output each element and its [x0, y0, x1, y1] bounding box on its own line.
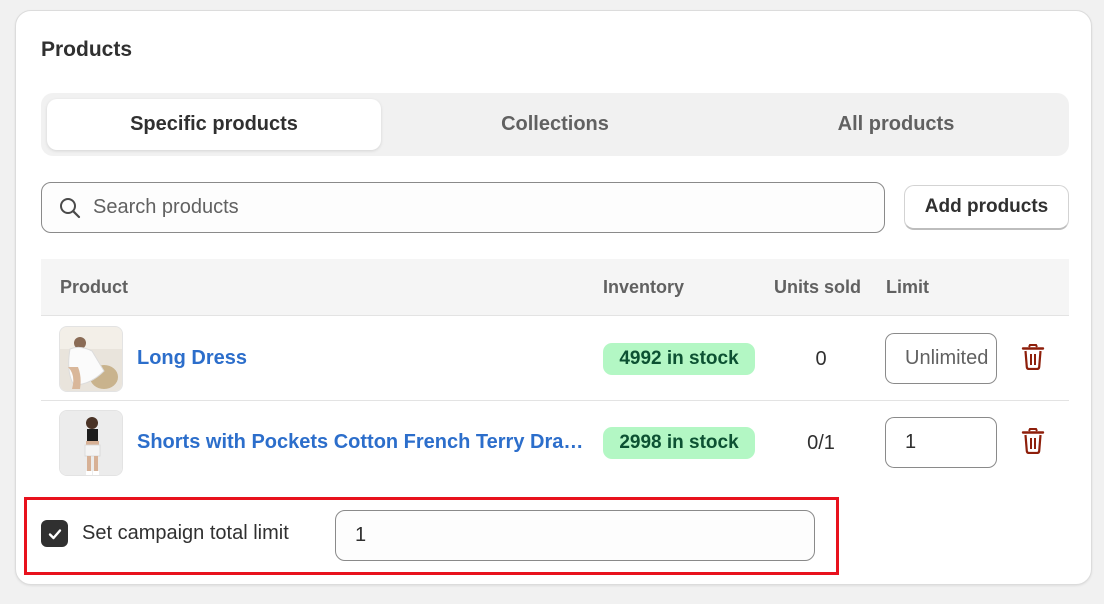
limit-input[interactable] [885, 333, 997, 384]
checkmark-icon [48, 528, 61, 539]
header-inventory: Inventory [603, 277, 685, 297]
search-field[interactable] [41, 182, 885, 233]
header-product: Product [60, 277, 129, 297]
search-icon [60, 197, 81, 218]
inventory-badge: 4992 in stock [603, 343, 755, 375]
add-products-button[interactable]: Add products [904, 185, 1069, 230]
table-header: Product Inventory Units sold Limit [41, 259, 1069, 316]
table-row: Shorts with Pockets Cotton French Terry … [41, 401, 1069, 485]
inventory-badge: 2998 in stock [603, 427, 755, 459]
product-thumbnail [59, 326, 123, 392]
header-limit: Limit [886, 277, 929, 297]
search-input[interactable] [93, 196, 853, 219]
product-scope-tabs: Specific products Collections All produc… [41, 93, 1069, 156]
header-units-sold: Units sold [774, 277, 862, 297]
campaign-limit-checkbox[interactable] [41, 520, 68, 547]
campaign-limit-label: Set campaign total limit [82, 522, 289, 544]
tab-all-products[interactable]: All products [729, 99, 1063, 150]
table-row: Long Dress 4992 in stock 0 [41, 317, 1069, 401]
product-name-link[interactable]: Shorts with Pockets Cotton French Terry … [137, 431, 587, 454]
trash-icon[interactable] [1021, 428, 1045, 454]
product-name-link[interactable]: Long Dress [137, 347, 247, 370]
tab-specific-products[interactable]: Specific products [47, 99, 381, 150]
trash-icon[interactable] [1021, 344, 1045, 370]
units-sold-value: 0/1 [807, 432, 835, 454]
products-card: Products Specific products Collections A… [15, 10, 1092, 585]
units-sold-value: 0 [815, 348, 827, 370]
limit-input[interactable] [885, 417, 997, 468]
campaign-total-limit-input[interactable] [335, 510, 815, 561]
card-title: Products [41, 38, 133, 61]
product-thumbnail [59, 410, 123, 476]
tab-collections[interactable]: Collections [388, 99, 722, 150]
